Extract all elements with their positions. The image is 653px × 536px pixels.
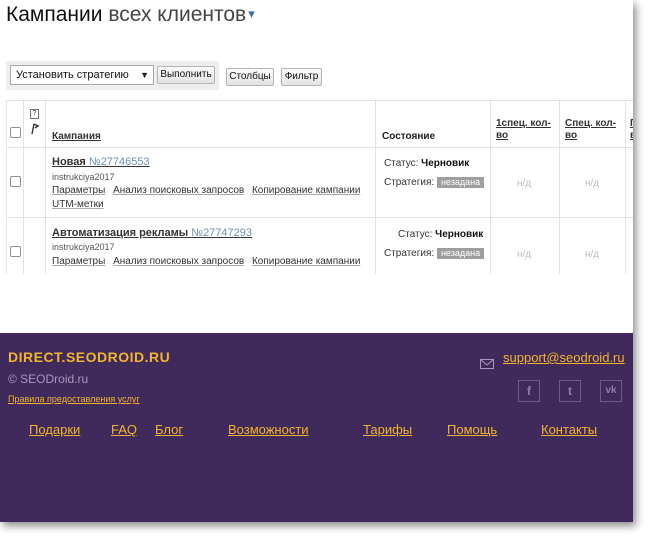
- campaign-login: instrukciya2017: [52, 172, 115, 182]
- row-checkbox[interactable]: [10, 246, 21, 257]
- campaign-links: Параметры Анализ поисковых запросов Копи…: [52, 185, 365, 196]
- status-label: Статус:: [384, 158, 419, 169]
- footer-nav-contacts[interactable]: Контакты: [541, 422, 597, 437]
- footer-nav-pricing[interactable]: Тарифы: [363, 422, 412, 437]
- spec1-value: н/д: [517, 178, 532, 189]
- campaign-number: №27746553: [88, 156, 150, 168]
- search-queries-link[interactable]: Анализ поисковых запросов: [113, 185, 244, 196]
- strategy-select-value: Установить стратегию: [16, 69, 129, 81]
- column-header-truncated[interactable]: П в: [630, 118, 633, 142]
- column-header-campaign[interactable]: Кампания: [52, 131, 101, 143]
- filter-button[interactable]: Фильтр: [281, 68, 322, 86]
- support-email-link[interactable]: support@seodroid.ru: [503, 350, 625, 365]
- site-footer: DIRECT.SEODROID.RU © SEODroid.ru Правила…: [0, 333, 633, 522]
- twitter-icon[interactable]: t: [559, 380, 581, 402]
- campaign-name-link[interactable]: Новая №27746553: [52, 156, 150, 168]
- strategy-label: Стратегия:: [384, 177, 435, 188]
- column-header-spec-line1: Спец. кол-: [565, 118, 616, 129]
- campaigns-table: ? Кампания Состояние 1спец. кол- во Спец…: [6, 100, 633, 274]
- footer-nav-help[interactable]: Помощь: [447, 422, 497, 437]
- campaign-strategy: Стратегия: незадана: [384, 177, 485, 188]
- column-header-truncated-line2: в: [630, 130, 633, 142]
- status-value: Черновик: [421, 158, 470, 169]
- footer-nav-blog[interactable]: Блог: [155, 422, 183, 437]
- vk-icon[interactable]: vk: [600, 380, 622, 402]
- campaign-name: Новая: [52, 156, 86, 168]
- campaign-strategy: Стратегия: незадана: [384, 248, 485, 259]
- column-header-status: Состояние: [382, 131, 436, 142]
- campaign-name: Автоматизация рекламы: [52, 227, 189, 239]
- footer-copyright: © SEODroid.ru: [8, 372, 89, 386]
- column-header-spec1[interactable]: 1спец. кол- во: [496, 118, 551, 142]
- terms-link[interactable]: Правила предоставления услуг: [8, 394, 140, 404]
- strategy-select[interactable]: Установить стратегию ▼: [10, 65, 154, 85]
- status-value: Черновик: [435, 229, 484, 240]
- params-link[interactable]: Параметры: [52, 256, 105, 267]
- column-header-spec[interactable]: Спец. кол- во: [565, 118, 616, 142]
- status-label: Статус:: [398, 229, 433, 240]
- search-queries-link[interactable]: Анализ поисковых запросов: [113, 256, 244, 267]
- clients-scope-label: всех клиентов: [108, 3, 247, 26]
- campaign-status: Статус: Черновик: [398, 229, 483, 240]
- select-all-checkbox[interactable]: [10, 127, 21, 138]
- utm-tags-link[interactable]: UTM-метки: [52, 199, 104, 210]
- page-frame: Кампании всех клиентов ▾ Установить страт…: [0, 0, 633, 522]
- footer-brand[interactable]: DIRECT.SEODROID.RU: [8, 349, 170, 365]
- row-checkbox[interactable]: [10, 176, 21, 187]
- page-title: Кампании всех клиентов ▾: [6, 3, 255, 27]
- footer-nav-faq[interactable]: FAQ: [111, 422, 137, 437]
- column-header-truncated-line1: П: [630, 118, 633, 130]
- mail-icon: [480, 356, 494, 369]
- campaign-links: Параметры Анализ поисковых запросов Копи…: [52, 256, 365, 267]
- flag-icon[interactable]: [30, 122, 40, 135]
- execute-button[interactable]: Выполнить: [157, 66, 215, 84]
- campaign-status: Статус: Черновик: [384, 158, 469, 169]
- strategy-badge: незадана: [436, 177, 485, 188]
- campaign-extra-links: UTM-метки: [52, 199, 109, 210]
- campaign-number: №27747293: [191, 227, 253, 239]
- bulk-actions-toolbar: Установить стратегию ▼ Выполнить: [6, 61, 219, 90]
- column-header-spec1-line2: во: [496, 130, 509, 141]
- chevron-down-icon: ▾: [248, 6, 255, 21]
- page-title-main: Кампании: [6, 3, 103, 26]
- column-header-spec1-line1: 1спец. кол-: [496, 118, 551, 129]
- copy-campaign-link[interactable]: Копирование кампании: [252, 256, 360, 267]
- spec-value: н/д: [585, 249, 600, 260]
- params-link[interactable]: Параметры: [52, 185, 105, 196]
- column-header-spec-line2: во: [565, 130, 578, 141]
- help-icon[interactable]: ?: [30, 109, 39, 119]
- facebook-icon[interactable]: f: [518, 380, 540, 402]
- strategy-label: Стратегия:: [384, 248, 435, 259]
- footer-nav-features[interactable]: Возможности: [228, 422, 309, 437]
- campaign-login: instrukciya2017: [52, 242, 115, 252]
- campaign-name-link[interactable]: Автоматизация рекламы №27747293: [52, 227, 252, 239]
- copy-campaign-link[interactable]: Копирование кампании: [252, 185, 360, 196]
- footer-nav-gifts[interactable]: Подарки: [29, 422, 80, 437]
- columns-button[interactable]: Столбцы: [226, 68, 274, 86]
- clients-scope-dropdown[interactable]: всех клиентов ▾: [108, 3, 254, 26]
- strategy-badge: незадана: [436, 248, 485, 259]
- select-arrow-icon: ▼: [140, 70, 149, 80]
- spec1-value: н/д: [517, 249, 532, 260]
- spec-value: н/д: [585, 178, 600, 189]
